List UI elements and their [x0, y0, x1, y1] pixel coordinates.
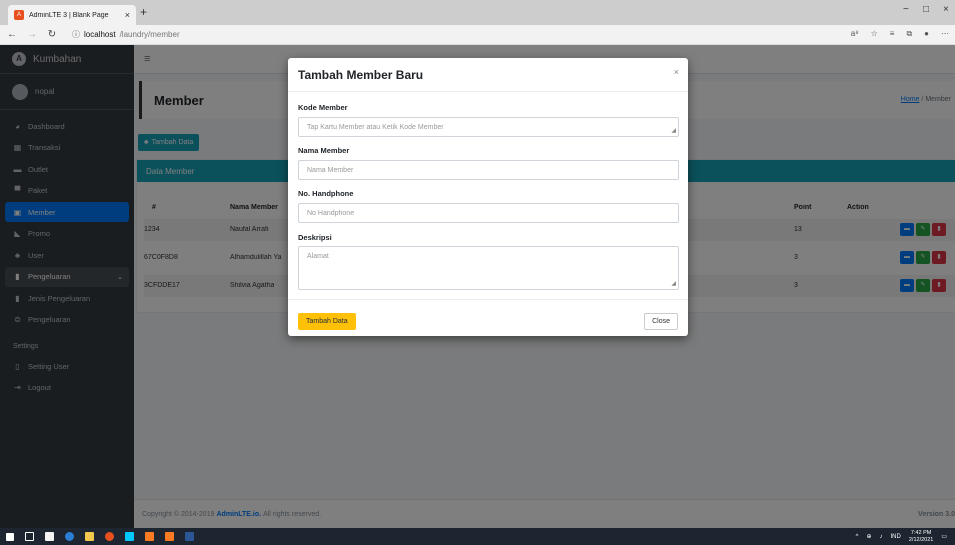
- adminlte-favicon-icon: A: [14, 10, 24, 20]
- close-window-button[interactable]: ×: [943, 4, 949, 15]
- file-explorer-icon[interactable]: [85, 532, 94, 541]
- store-bag-icon[interactable]: [45, 532, 54, 541]
- chrome-icon[interactable]: [105, 532, 114, 541]
- taskbar: ^ ⊕ ♪ IND 7:42 PM 2/12/2021 ▭: [0, 528, 955, 545]
- photoshop-icon[interactable]: [125, 532, 134, 541]
- close-button[interactable]: Close: [644, 313, 678, 330]
- forward-arrow-icon[interactable]: →: [24, 29, 40, 40]
- url-field[interactable]: ⓘ localhost/laundry/member: [72, 29, 180, 40]
- nama-member-placeholder: Nama Member: [307, 166, 354, 174]
- add-member-modal: Tambah Member Baru × Kode Member Tap Kar…: [288, 58, 688, 336]
- close-icon[interactable]: ×: [674, 67, 679, 77]
- favorites-list-icon[interactable]: ≡: [890, 29, 895, 39]
- xampp-icon[interactable]: [165, 532, 174, 541]
- nama-member-field[interactable]: Nama Member: [298, 160, 679, 180]
- new-tab-button[interactable]: +: [140, 5, 147, 19]
- network-icon[interactable]: ⊕: [866, 533, 871, 540]
- clock-date: 2/12/2021: [908, 536, 934, 543]
- handphone-field[interactable]: No Handphone: [298, 203, 679, 223]
- maximize-button[interactable]: □: [923, 4, 929, 15]
- handphone-label: No. Handphone: [298, 189, 354, 198]
- back-arrow-icon[interactable]: ←: [4, 29, 20, 40]
- volume-icon[interactable]: ♪: [880, 534, 883, 540]
- nama-member-label: Nama Member: [298, 146, 350, 155]
- tab-close-icon[interactable]: ×: [125, 10, 130, 20]
- profile-icon[interactable]: ●: [924, 29, 929, 39]
- kode-member-field[interactable]: Tap Kartu Member atau Ketik Kode Member …: [298, 117, 679, 137]
- modal-header: Tambah Member Baru ×: [288, 58, 688, 92]
- browser-toolbar-icons: a⁸ ☆ ≡ ⧉ ● ⋯: [851, 29, 949, 39]
- modal-footer: Tambah Data Close: [288, 299, 688, 336]
- handphone-placeholder: No Handphone: [307, 209, 355, 217]
- kode-member-label: Kode Member: [298, 103, 348, 112]
- browser-tab[interactable]: A AdminLTE 3 | Blank Page ×: [8, 5, 136, 25]
- url-path: /laundry/member: [119, 30, 180, 39]
- read-aloud-icon[interactable]: a⁸: [851, 29, 859, 39]
- minimize-button[interactable]: −: [903, 4, 909, 15]
- system-tray: ^ ⊕ ♪ IND 7:42 PM 2/12/2021 ▭: [856, 530, 947, 543]
- modal-title: Tambah Member Baru: [298, 67, 424, 82]
- refresh-icon[interactable]: ↻: [44, 29, 60, 40]
- info-icon: ⓘ: [72, 30, 80, 39]
- clock[interactable]: 7:42 PM 2/12/2021: [909, 530, 933, 543]
- deskripsi-label: Deskripsi: [298, 233, 332, 242]
- browser-tab-bar: A AdminLTE 3 | Blank Page × + − □ ×: [0, 0, 955, 25]
- address-bar: ← → ↻ ⓘ localhost/laundry/member a⁸ ☆ ≡ …: [0, 25, 955, 45]
- language-indicator[interactable]: IND: [891, 534, 901, 540]
- kode-member-placeholder: Tap Kartu Member atau Ketik Kode Member: [307, 123, 444, 131]
- favorite-star-icon[interactable]: ☆: [871, 29, 878, 39]
- word-icon[interactable]: [185, 532, 194, 541]
- resize-handle-icon[interactable]: ◢: [671, 127, 676, 134]
- deskripsi-textarea[interactable]: Alamat ◢: [298, 246, 679, 290]
- edge-browser-icon[interactable]: [65, 532, 74, 541]
- windows-start-icon[interactable]: [6, 532, 14, 541]
- notification-icon[interactable]: ▭: [941, 533, 947, 540]
- tab-title: AdminLTE 3 | Blank Page: [29, 11, 109, 19]
- url-host: localhost: [84, 30, 116, 39]
- task-view-icon[interactable]: [25, 532, 34, 541]
- submit-button[interactable]: Tambah Data: [298, 313, 356, 330]
- more-options-icon[interactable]: ⋯: [941, 29, 949, 39]
- chevron-up-icon[interactable]: ^: [856, 534, 859, 540]
- resize-handle-icon[interactable]: ◢: [671, 280, 676, 287]
- deskripsi-placeholder: Alamat: [307, 253, 329, 260]
- clock-time: 7:42 PM: [910, 530, 932, 536]
- collections-icon[interactable]: ⧉: [906, 29, 912, 39]
- xampp-icon[interactable]: [145, 532, 154, 541]
